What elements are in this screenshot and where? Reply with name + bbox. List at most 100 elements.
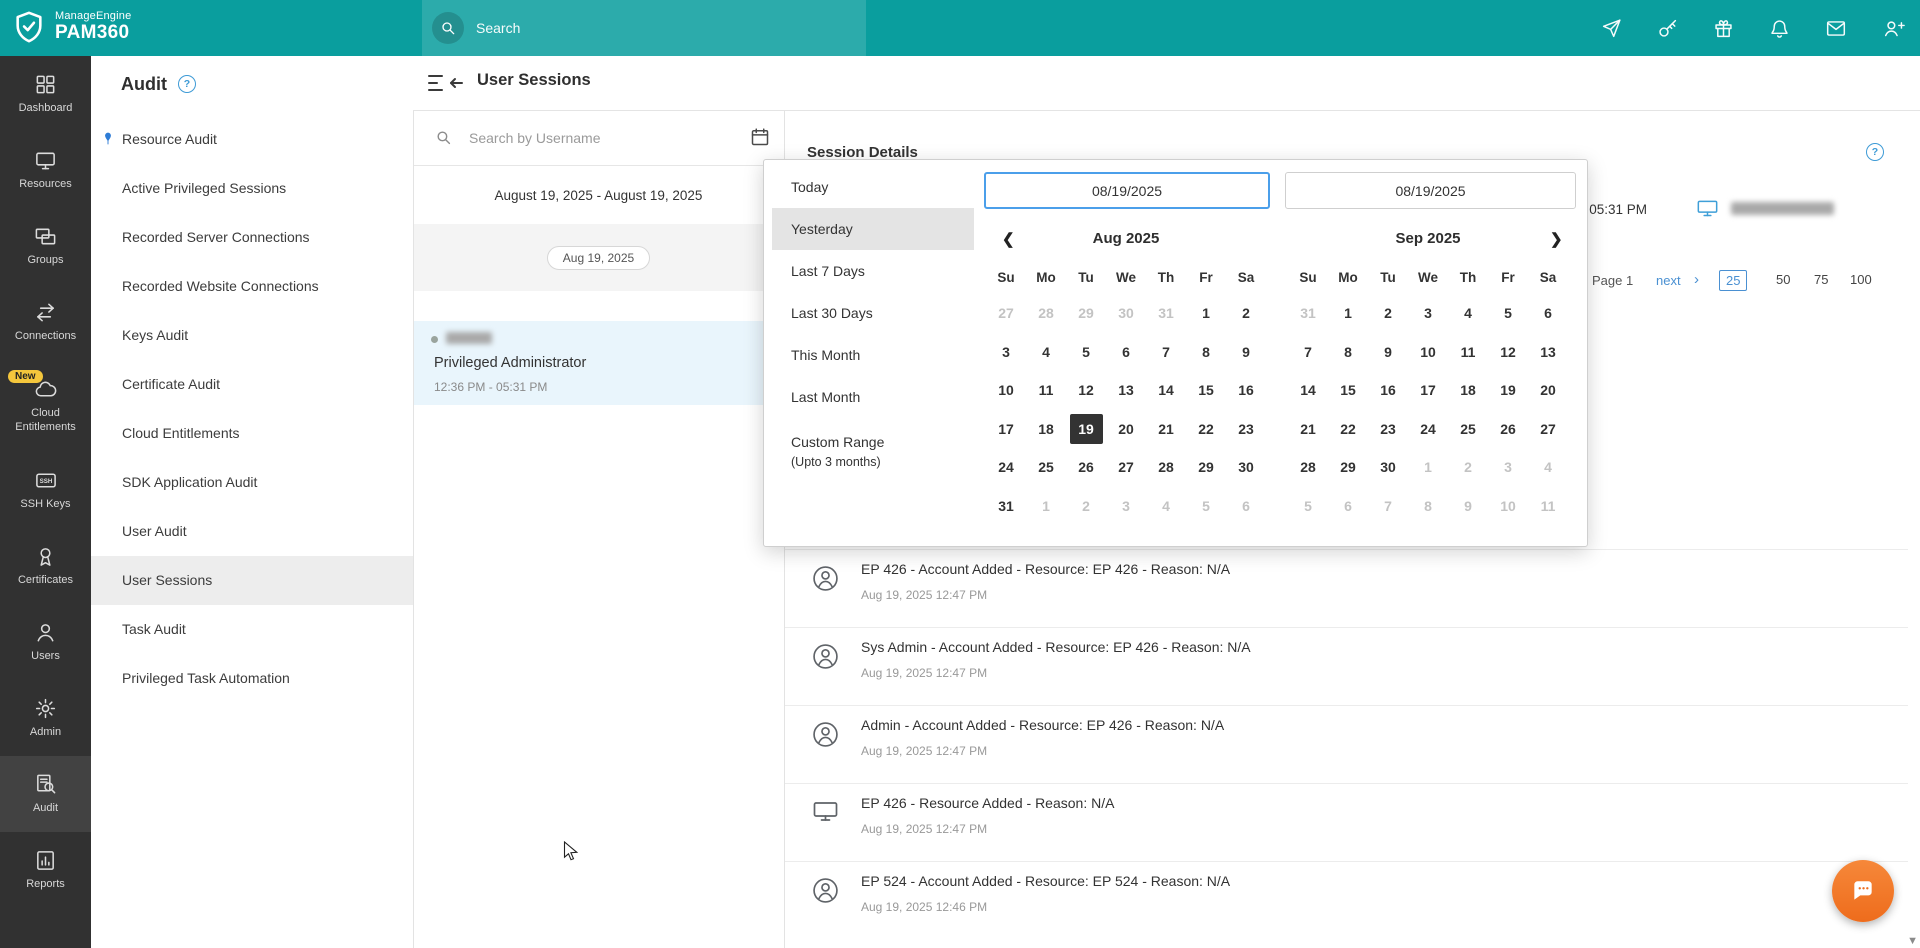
calendar-day[interactable]: 2 <box>1066 487 1106 526</box>
audit-menu-active-privileged-sessions[interactable]: Active Privileged Sessions <box>91 164 413 213</box>
calendar-day[interactable]: 18 <box>1026 410 1066 449</box>
calendar-day[interactable]: 15 <box>1186 371 1226 410</box>
calendar-day[interactable]: 16 <box>1226 371 1266 410</box>
calendar-day[interactable]: 6 <box>1328 487 1368 526</box>
audit-help-icon[interactable]: ? <box>178 75 196 93</box>
calendar-day[interactable]: 7 <box>1368 487 1408 526</box>
calendar-day[interactable]: 3 <box>1106 487 1146 526</box>
brand-logo[interactable]: ManageEngine PAM360 <box>12 9 131 45</box>
calendar-day[interactable]: 12 <box>1066 371 1106 410</box>
calendar-day[interactable]: 23 <box>1368 410 1408 449</box>
session-details-help-icon[interactable]: ? <box>1866 143 1884 161</box>
mail-icon[interactable] <box>1825 18 1847 39</box>
calendar-day[interactable]: 13 <box>1106 371 1146 410</box>
calendar-day[interactable]: 5 <box>1488 294 1528 333</box>
audit-menu-cloud-entitlements[interactable]: Cloud Entitlements <box>91 409 413 458</box>
calendar-day[interactable]: 4 <box>1448 294 1488 333</box>
sidebar-item-cloud-entitlements[interactable]: NewCloud Entitlements <box>0 360 91 452</box>
preset-last-month[interactable]: Last Month <box>772 376 974 418</box>
calendar-day-selected[interactable]: 19 <box>1066 410 1106 449</box>
calendar-day[interactable]: 1 <box>1186 294 1226 333</box>
scroll-down-icon[interactable]: ▼ <box>1907 935 1918 947</box>
calendar-day[interactable]: 26 <box>1488 410 1528 449</box>
calendar-day[interactable]: 21 <box>1288 410 1328 449</box>
calendar-day[interactable]: 27 <box>986 294 1026 333</box>
next-page-link[interactable]: next <box>1656 273 1681 288</box>
support-chat-fab[interactable] <box>1832 860 1894 922</box>
calendar-day[interactable]: 12 <box>1488 333 1528 372</box>
page-size-50[interactable]: 50 <box>1770 270 1796 289</box>
calendar-day[interactable]: 30 <box>1226 448 1266 487</box>
event-row[interactable]: EP 524 - Account Added - Resource: EP 52… <box>784 861 1908 939</box>
calendar-day[interactable]: 5 <box>1288 487 1328 526</box>
event-row[interactable]: Sys Admin - Account Added - Resource: EP… <box>784 627 1908 705</box>
calendar-day[interactable]: 29 <box>1328 448 1368 487</box>
calendar-day[interactable]: 6 <box>1226 487 1266 526</box>
calendar-day[interactable]: 21 <box>1146 410 1186 449</box>
calendar-day[interactable]: 9 <box>1226 333 1266 372</box>
global-search[interactable]: Search <box>422 0 866 56</box>
preset-custom-range[interactable]: Custom Range (Upto 3 months) <box>791 432 884 472</box>
gift-icon[interactable] <box>1713 18 1734 39</box>
audit-menu-sdk-application-audit[interactable]: SDK Application Audit <box>91 458 413 507</box>
key-icon[interactable] <box>1657 18 1678 39</box>
event-row[interactable]: EP 426 - Resource Added - Reason: N/AAug… <box>784 783 1908 861</box>
end-date-input[interactable] <box>1285 172 1576 209</box>
calendar-day[interactable]: 4 <box>1026 333 1066 372</box>
sidebar-item-ssh-keys[interactable]: SSHSSH Keys <box>0 452 91 528</box>
calendar-day[interactable]: 3 <box>1408 294 1448 333</box>
calendar-day[interactable]: 2 <box>1226 294 1266 333</box>
audit-menu-certificate-audit[interactable]: Certificate Audit <box>91 360 413 409</box>
start-date-input[interactable] <box>984 172 1270 209</box>
calendar-day[interactable]: 10 <box>1488 487 1528 526</box>
calendar-day[interactable]: 11 <box>1448 333 1488 372</box>
calendar-day[interactable]: 2 <box>1448 448 1488 487</box>
session-list-item[interactable]: Privileged Administrator 12:36 PM - 05:3… <box>413 321 784 405</box>
calendar-day[interactable]: 22 <box>1186 410 1226 449</box>
calendar-icon[interactable] <box>750 127 770 147</box>
calendar-day[interactable]: 5 <box>1066 333 1106 372</box>
calendar-day[interactable]: 18 <box>1448 371 1488 410</box>
calendar-day[interactable]: 5 <box>1186 487 1226 526</box>
preset-last-30-days[interactable]: Last 30 Days <box>772 292 974 334</box>
preset-last-7-days[interactable]: Last 7 Days <box>772 250 974 292</box>
calendar-day[interactable]: 8 <box>1408 487 1448 526</box>
calendar-day[interactable]: 19 <box>1488 371 1528 410</box>
calendar-day[interactable]: 4 <box>1528 448 1568 487</box>
preset-yesterday[interactable]: Yesterday <box>772 208 974 250</box>
calendar-day[interactable]: 1 <box>1328 294 1368 333</box>
calendar-day[interactable]: 9 <box>1448 487 1488 526</box>
calendar-day[interactable]: 17 <box>1408 371 1448 410</box>
calendar-day[interactable]: 4 <box>1146 487 1186 526</box>
sidebar-item-connections[interactable]: Connections <box>0 284 91 360</box>
calendar-day[interactable]: 29 <box>1066 294 1106 333</box>
calendar-day[interactable]: 9 <box>1368 333 1408 372</box>
calendar-day[interactable]: 28 <box>1288 448 1328 487</box>
calendar-day[interactable]: 7 <box>1288 333 1328 372</box>
calendar-day[interactable]: 17 <box>986 410 1026 449</box>
calendar-day[interactable]: 3 <box>1488 448 1528 487</box>
calendar-day[interactable]: 15 <box>1328 371 1368 410</box>
paper-plane-icon[interactable] <box>1601 18 1622 39</box>
sidebar-item-users[interactable]: Users <box>0 604 91 680</box>
calendar-day[interactable]: 24 <box>1408 410 1448 449</box>
audit-menu-recorded-website-connections[interactable]: Recorded Website Connections <box>91 262 413 311</box>
audit-menu-user-audit[interactable]: User Audit <box>91 507 413 556</box>
calendar-day[interactable]: 26 <box>1066 448 1106 487</box>
calendar-day[interactable]: 29 <box>1186 448 1226 487</box>
preset-today[interactable]: Today <box>772 166 974 208</box>
calendar-day[interactable]: 8 <box>1186 333 1226 372</box>
calendar-day[interactable]: 10 <box>986 371 1026 410</box>
page-size-25[interactable]: 25 <box>1719 270 1747 291</box>
calendar-day[interactable]: 2 <box>1368 294 1408 333</box>
sidebar-item-audit[interactable]: Audit <box>0 756 91 832</box>
page-size-100[interactable]: 100 <box>1844 270 1878 289</box>
audit-menu-privileged-task-automation[interactable]: Privileged Task Automation <box>91 654 413 703</box>
calendar-day[interactable]: 23 <box>1226 410 1266 449</box>
calendar-day[interactable]: 1 <box>1026 487 1066 526</box>
calendar-day[interactable]: 25 <box>1448 410 1488 449</box>
calendar-day[interactable]: 27 <box>1106 448 1146 487</box>
page-size-75[interactable]: 75 <box>1808 270 1834 289</box>
event-row[interactable]: EP 426 - Account Added - Resource: EP 42… <box>784 549 1908 627</box>
calendar-day[interactable]: 1 <box>1408 448 1448 487</box>
